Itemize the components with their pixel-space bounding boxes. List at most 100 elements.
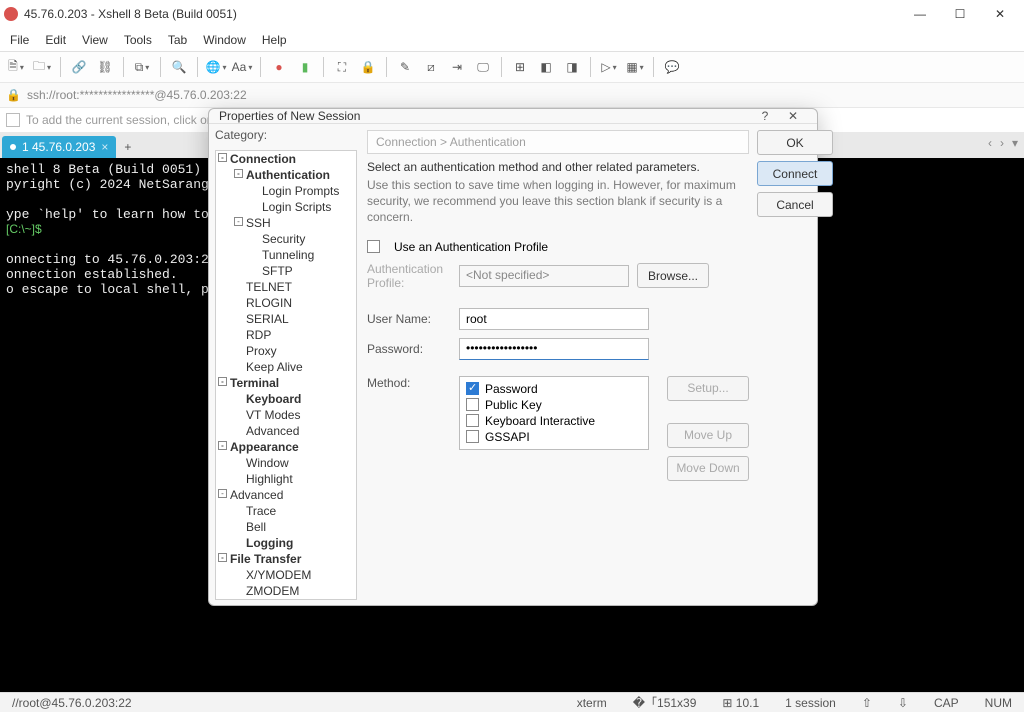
panel2-icon[interactable]: ◨ [560,55,584,79]
cancel-button[interactable]: Cancel [757,192,833,217]
screen-icon[interactable]: 🖵 [471,55,495,79]
tree-item[interactable]: Keep Alive [216,359,356,375]
panel1-icon[interactable]: ◧ [534,55,558,79]
tree-item[interactable]: Trace [216,503,356,519]
tree-item[interactable]: Highlight [216,471,356,487]
window-title: 45.76.0.203 - Xshell 8 Beta (Build 0051) [24,7,900,21]
new-tab-button[interactable]: + [116,136,139,158]
fullscreen-icon[interactable]: ⛶ [330,55,354,79]
tree-item[interactable]: Advanced [216,423,356,439]
tree-item[interactable]: SFTP [216,263,356,279]
tree-item[interactable]: TELNET [216,279,356,295]
tree-item[interactable]: Keyboard [216,391,356,407]
globe-icon[interactable]: 🌐 [204,55,228,79]
method-checkbox[interactable] [466,414,479,427]
tree-item[interactable]: VT Modes [216,407,356,423]
dialog-close-button[interactable]: ✕ [779,109,807,123]
tree-item[interactable]: RLOGIN [216,295,356,311]
menu-edit[interactable]: Edit [37,30,74,50]
tree-item[interactable]: -Authentication [216,167,356,183]
method-item[interactable]: Public Key [466,397,642,413]
status-down-icon[interactable]: ⇩ [892,696,914,710]
tree-item[interactable]: -Connection [216,151,356,167]
session-tab[interactable]: 1 45.76.0.203 × [2,136,116,158]
menu-window[interactable]: Window [195,30,254,50]
tab-list-icon[interactable]: ▾ [1012,136,1018,150]
chat-icon[interactable]: 💬 [660,55,684,79]
connect-button[interactable]: Connect [757,161,833,186]
tree-item[interactable]: Security [216,231,356,247]
tree-item[interactable]: Tunneling [216,247,356,263]
category-label: Category: [209,124,363,144]
tree-item[interactable]: RDP [216,327,356,343]
password-input[interactable]: ••••••••••••••••• [459,338,649,360]
status-sessions: 1 session [779,696,842,710]
tab-next-icon[interactable]: › [1000,136,1004,150]
movedown-button[interactable]: Move Down [667,456,749,481]
method-item[interactable]: GSSAPI [466,429,642,445]
tree-item[interactable]: X/YMODEM [216,567,356,583]
description-primary: Select an authentication method and othe… [367,160,749,174]
help-button[interactable]: ? [751,109,779,123]
copy-icon[interactable]: ⧉ [130,55,154,79]
link-icon[interactable]: 🔗 [67,55,91,79]
tree-item[interactable]: Bell [216,519,356,535]
tree-item[interactable]: Login Prompts [216,183,356,199]
status-up-icon[interactable]: ⇧ [856,696,878,710]
status-bar: //root@45.76.0.203:22 xterm �「151x39 ⊞ 1… [0,692,1024,712]
category-tree[interactable]: -Connection-AuthenticationLogin PromptsL… [215,150,357,600]
method-checkbox[interactable] [466,382,479,395]
tree-item[interactable]: -File Transfer [216,551,356,567]
address-bar[interactable]: 🔒 ssh://root:****************@45.76.0.20… [0,82,1024,108]
status-size: �「151x39 [627,694,703,711]
tree-item[interactable]: -Advanced [216,487,356,503]
dialog-titlebar: Properties of New Session ? ✕ [209,109,817,124]
hint-text: To add the current session, click on the [26,113,233,127]
font-icon[interactable]: Aa [230,55,254,79]
method-list[interactable]: PasswordPublic KeyKeyboard InteractiveGS… [459,376,649,450]
tree-item[interactable]: SERIAL [216,311,356,327]
grid-icon[interactable]: ▦ [623,55,647,79]
compose-icon[interactable]: ✎ [393,55,417,79]
tree-item[interactable]: Window [216,455,356,471]
menu-tools[interactable]: Tools [116,30,160,50]
highlight-icon[interactable]: ⧄ [419,55,443,79]
tab-close-icon[interactable]: × [101,140,108,154]
search-icon[interactable]: 🔍 [167,55,191,79]
menu-help[interactable]: Help [254,30,295,50]
menu-file[interactable]: File [2,30,37,50]
setup-button[interactable]: Setup... [667,376,749,401]
play-icon[interactable]: ▷ [597,55,621,79]
username-input[interactable] [459,308,649,330]
tree-item[interactable]: -SSH [216,215,356,231]
tree-item[interactable]: Login Scripts [216,199,356,215]
tab-label: 1 45.76.0.203 [22,140,95,154]
unlink-icon[interactable]: ⛓ [93,55,117,79]
method-checkbox[interactable] [466,430,479,443]
use-profile-checkbox[interactable] [367,240,380,253]
menu-view[interactable]: View [74,30,116,50]
stop-icon[interactable]: ▮ [293,55,317,79]
open-icon[interactable]: 🗀 [30,55,54,79]
tree-item[interactable]: -Appearance [216,439,356,455]
lock-icon[interactable]: 🔒 [356,55,380,79]
record-icon[interactable]: ● [267,55,291,79]
export-icon[interactable]: ⇥ [445,55,469,79]
close-button[interactable]: ✕ [980,0,1020,28]
menu-tab[interactable]: Tab [160,30,195,50]
moveup-button[interactable]: Move Up [667,423,749,448]
minimize-button[interactable]: — [900,0,940,28]
tree-item[interactable]: -Terminal [216,375,356,391]
ok-button[interactable]: OK [757,130,833,155]
tree-item[interactable]: ZMODEM [216,583,356,599]
newwin-icon[interactable]: ⊞ [508,55,532,79]
tab-prev-icon[interactable]: ‹ [988,136,992,150]
method-item[interactable]: Password [466,381,642,397]
tree-item[interactable]: Proxy [216,343,356,359]
maximize-button[interactable]: ☐ [940,0,980,28]
method-item[interactable]: Keyboard Interactive [466,413,642,429]
method-checkbox[interactable] [466,398,479,411]
new-session-icon[interactable]: 🗎 [4,55,28,79]
tree-item[interactable]: Logging [216,535,356,551]
description-secondary: Use this section to save time when loggi… [367,177,749,226]
